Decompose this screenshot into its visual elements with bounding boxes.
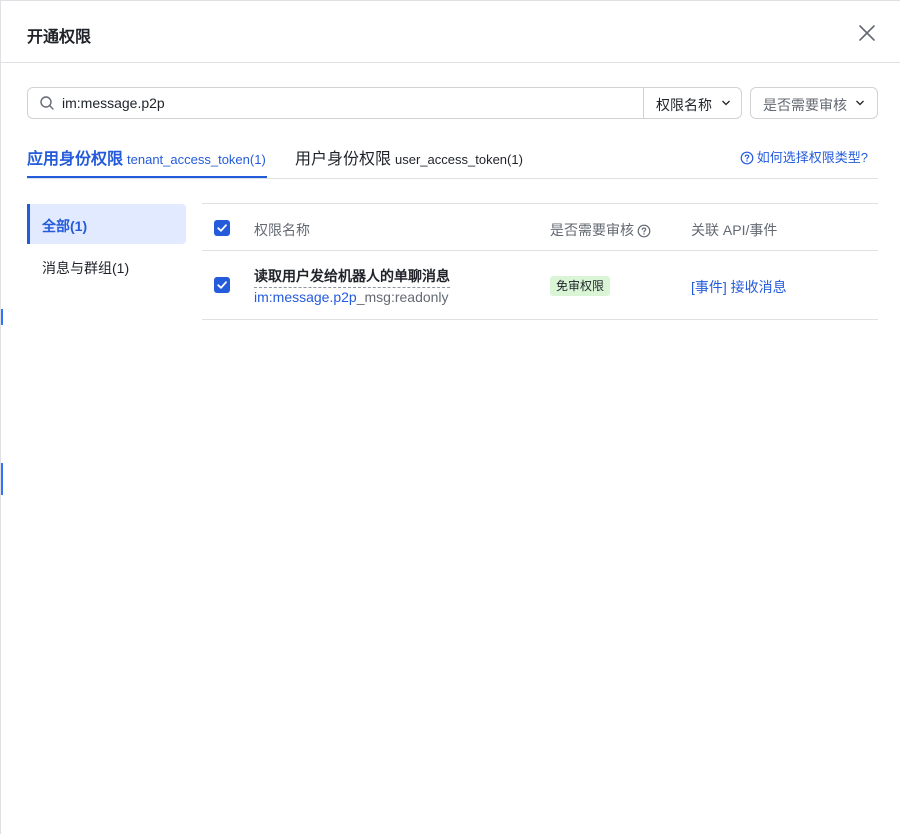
help-link-text: 如何选择权限类型? bbox=[756, 150, 868, 165]
chevron-down-icon bbox=[722, 100, 730, 106]
tab-tenant-access[interactable]: 应用身份权限 tenant_access_token(1) bbox=[27, 145, 266, 169]
header-review-required: 是否需要审核 bbox=[550, 220, 651, 240]
close-icon bbox=[859, 25, 875, 41]
sidebar-item-label: 消息与群组(1) bbox=[42, 260, 130, 276]
help-link[interactable]: 如何选择权限类型? bbox=[740, 147, 868, 166]
permission-dialog: 开通权限 权限名称 是否需要审核 应用身份权限tenant_access_tok… bbox=[0, 0, 900, 834]
table-header: 权限名称 是否需要审核 关联 API/事件 bbox=[202, 203, 878, 251]
permission-code-match: im:message.p2p bbox=[254, 289, 357, 305]
token-tabs: 应用身份权限 tenant_access_token(1) 用户身份权限 user_… bbox=[27, 131, 878, 179]
search-bar: 权限名称 bbox=[27, 87, 742, 119]
related-event-link[interactable]: [事件] 接收消息 bbox=[691, 277, 787, 297]
row-checkbox[interactable] bbox=[214, 277, 230, 293]
checkmark-icon bbox=[217, 224, 227, 232]
tab-token: tenant_access_token(1) bbox=[127, 152, 266, 167]
dialog-header: 开通权限 bbox=[1, 1, 900, 63]
sidebar-item-all[interactable]: 全部(1) bbox=[27, 204, 186, 244]
chevron-down-icon bbox=[856, 100, 864, 106]
tab-token: user_access_token(1) bbox=[395, 152, 523, 167]
close-button[interactable] bbox=[856, 22, 878, 44]
tab-label: 应用身份权限 bbox=[27, 151, 124, 168]
filter-label: 是否需要审核 bbox=[763, 97, 847, 113]
review-required-filter[interactable]: 是否需要审核 bbox=[750, 87, 878, 119]
search-icon bbox=[40, 96, 54, 110]
permission-code: im:message.p2p_msg:readonly bbox=[254, 289, 449, 305]
edge-marker bbox=[1, 463, 3, 495]
sidebar-item-label: 全部(1) bbox=[42, 218, 88, 234]
table-row: 读取用户发给机器人的单聊消息 im:message.p2p_msg:readon… bbox=[202, 251, 878, 320]
checkmark-icon bbox=[217, 281, 227, 289]
tab-label: 用户身份权限 bbox=[295, 151, 392, 168]
header-review-label: 是否需要审核 bbox=[550, 222, 634, 238]
dialog-title: 开通权限 bbox=[27, 29, 92, 46]
question-circle-icon bbox=[740, 151, 754, 165]
search-input[interactable] bbox=[62, 88, 632, 118]
permission-code-rest: _msg:readonly bbox=[356, 289, 449, 305]
review-status-badge: 免审权限 bbox=[550, 276, 611, 296]
edge-marker bbox=[1, 309, 3, 325]
question-circle-icon[interactable] bbox=[637, 224, 651, 238]
filter-label: 权限名称 bbox=[656, 97, 712, 113]
sidebar-item-messages-groups[interactable]: 消息与群组(1) bbox=[27, 246, 186, 286]
tab-user-access[interactable]: 用户身份权限 user_access_token(1) bbox=[295, 145, 523, 169]
header-related-api: 关联 API/事件 bbox=[691, 222, 778, 238]
permission-name-filter[interactable]: 权限名称 bbox=[643, 88, 742, 118]
select-all-checkbox[interactable] bbox=[214, 220, 230, 236]
permission-name: 读取用户发给机器人的单聊消息 bbox=[254, 266, 450, 288]
header-permission-name: 权限名称 bbox=[254, 222, 310, 238]
active-tab-indicator bbox=[27, 176, 267, 178]
